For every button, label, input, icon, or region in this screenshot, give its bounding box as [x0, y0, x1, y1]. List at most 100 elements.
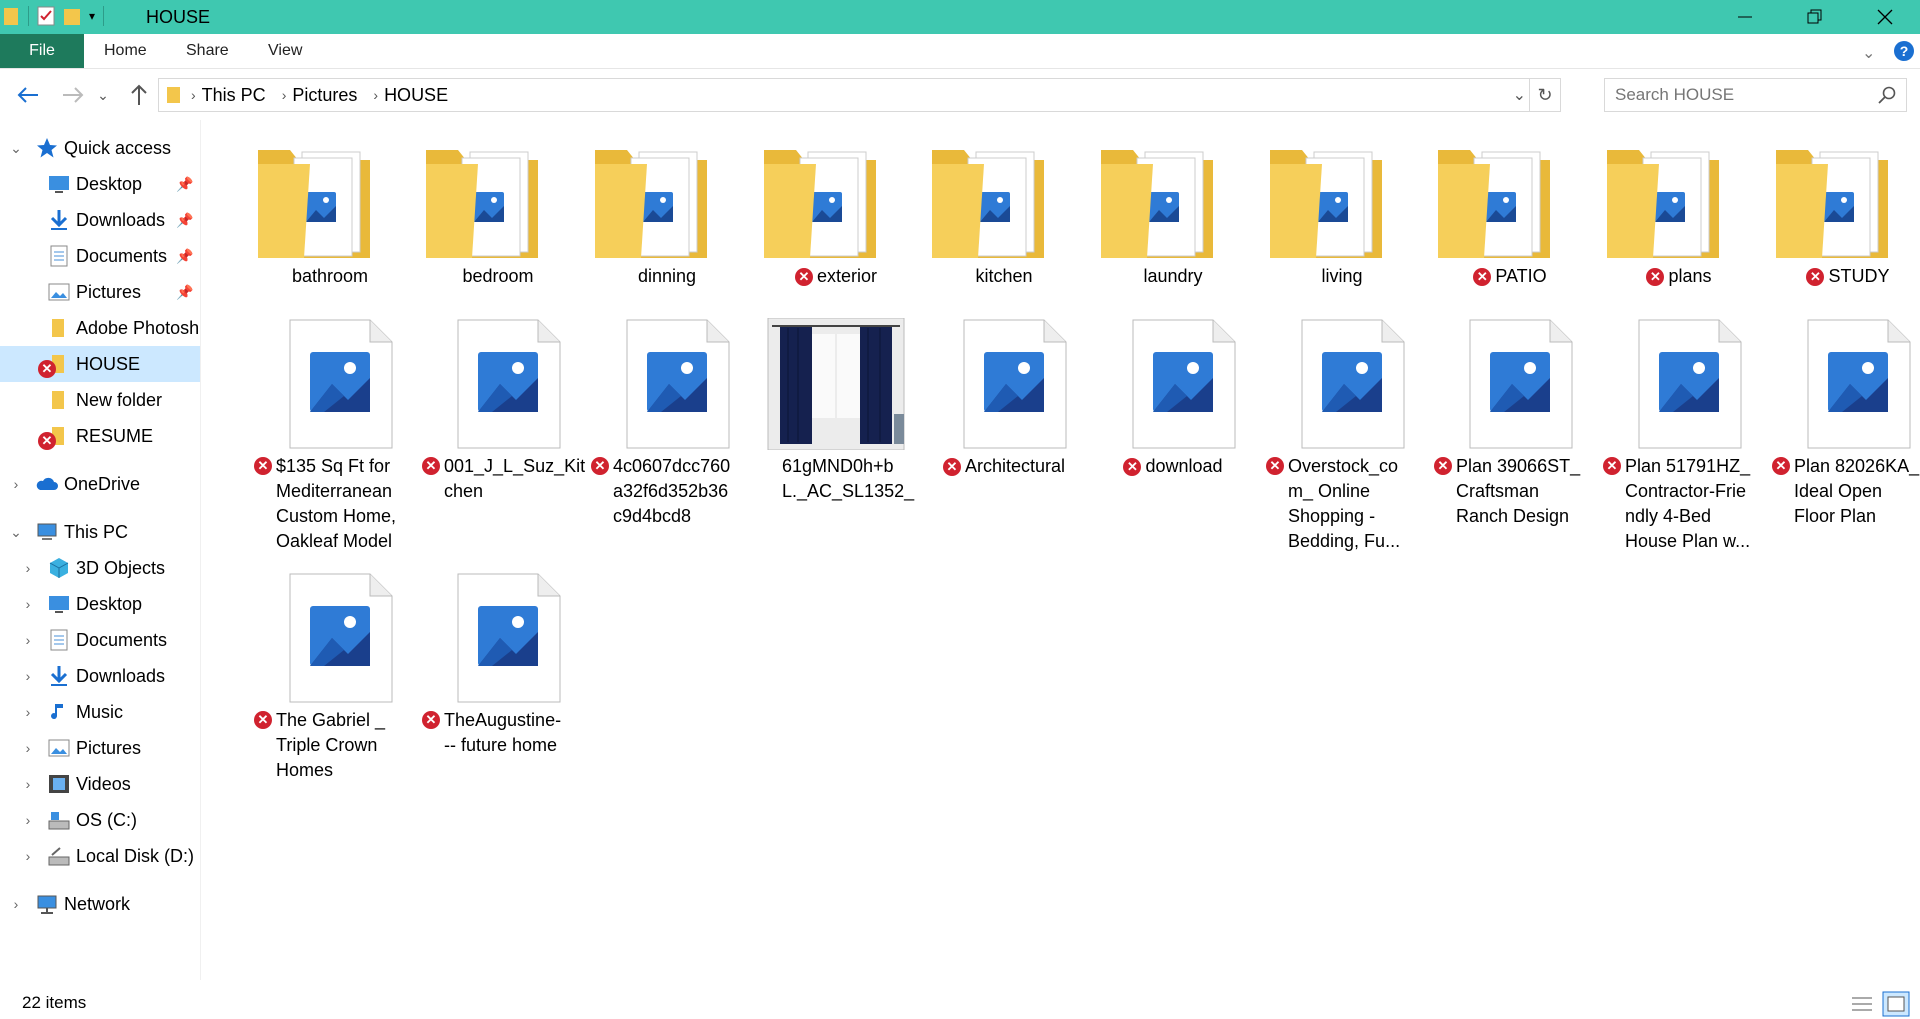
file-item-download[interactable]: ✕ download	[1093, 318, 1253, 558]
breadcrumb-pictures[interactable]: Pictures	[292, 85, 357, 106]
search-input[interactable]: Search HOUSE	[1615, 85, 1734, 105]
cloud-icon	[36, 477, 58, 490]
back-button[interactable]	[13, 80, 43, 110]
customize-toolbar-icon[interactable]: ▾	[89, 9, 95, 23]
sidebar-item-drive-c[interactable]: › OS (C:)	[0, 802, 200, 838]
file-item-architectural[interactable]: ✕ Architectural	[924, 318, 1084, 558]
folder-item-laundry[interactable]: laundry	[1093, 128, 1253, 308]
address-bar[interactable]: › This PC › Pictures › HOUSE ⌄ ↻	[158, 78, 1561, 112]
downloads-icon	[50, 666, 68, 686]
properties-icon[interactable]	[37, 6, 55, 26]
sidebar-item-music[interactable]: › Music	[0, 694, 200, 730]
image-file-icon	[1301, 319, 1405, 449]
folder-item-exterior[interactable]: ✕ exterior	[756, 128, 916, 308]
sidebar-item-resume[interactable]: ✕ RESUME	[0, 418, 200, 454]
refresh-icon[interactable]: ↻	[1529, 79, 1560, 111]
item-name-text: Plan 39066ST_	[1456, 456, 1581, 476]
sidebar-item-adobe-photoshop[interactable]: Adobe Photoshop	[0, 310, 200, 346]
sidebar-item-desktop[interactable]: Desktop 📌	[0, 166, 200, 202]
item-name-text: Plan 51791HZ_	[1625, 456, 1751, 476]
chevron-right-icon[interactable]: ›	[20, 776, 36, 792]
sidebar-item-3d-objects[interactable]: › 3D Objects	[0, 550, 200, 586]
sidebar-item-documents[interactable]: Documents 📌	[0, 238, 200, 274]
chevron-right-icon[interactable]: ›	[8, 896, 24, 912]
sidebar-item-quick-access[interactable]: ⌄ Quick access	[0, 130, 200, 166]
file-item-001-j-l-suz-kitchen[interactable]: ✕ 001_J_L_Suz_Kit chen	[418, 318, 585, 558]
expand-ribbon-icon[interactable]: ⌄	[1862, 43, 1875, 63]
folder-item-plans[interactable]: ✕ plans	[1599, 128, 1759, 308]
sidebar-item-downloads-pc[interactable]: › Downloads	[0, 658, 200, 694]
folder-item-kitchen[interactable]: kitchen	[924, 128, 1084, 308]
sidebar-item-desktop-pc[interactable]: › Desktop	[0, 586, 200, 622]
new-folder-icon[interactable]	[63, 6, 81, 26]
sidebar-item-label: RESUME	[76, 425, 154, 446]
close-button[interactable]	[1850, 0, 1920, 34]
search-box[interactable]: Search HOUSE	[1604, 78, 1907, 112]
recent-locations-icon[interactable]: ⌄	[94, 80, 112, 110]
folder-item-patio[interactable]: ✕ PATIO	[1430, 128, 1590, 308]
sidebar-item-documents-pc[interactable]: › Documents	[0, 622, 200, 658]
sidebar-item-new-folder[interactable]: New folder	[0, 382, 200, 418]
restore-button[interactable]	[1780, 0, 1850, 34]
chevron-right-icon[interactable]: ›	[20, 632, 36, 648]
file-item-the-gabriel-triple-crown-homes[interactable]: ✕ The Gabriel _ Triple Crown Homes	[250, 572, 410, 812]
breadcrumb-house[interactable]: HOUSE	[384, 85, 448, 106]
item-thumbnail	[1093, 128, 1253, 260]
chevron-right-icon[interactable]: ›	[20, 812, 36, 828]
help-icon[interactable]: ?	[1894, 41, 1914, 61]
sidebar-item-drive-d[interactable]: › Local Disk (D:)	[0, 838, 200, 874]
file-item-4c0607dcc760a32f6d352b36c9d4bcd8[interactable]: ✕ 4c0607dcc760 a32f6d352b36 c9d4bcd8	[587, 318, 747, 558]
chevron-right-icon[interactable]: ›	[20, 596, 36, 612]
item-name-text: Plan 82026KA_	[1794, 456, 1920, 476]
folder-item-bedroom[interactable]: bedroom	[418, 128, 578, 308]
computer-icon	[37, 523, 57, 540]
file-item-135-sq-ft-for-mediterranean-custom-home-oakleaf-model[interactable]: ✕ $135 Sq Ft for Mediterranean Custom Home,…	[250, 318, 410, 558]
chevron-right-icon[interactable]: ›	[20, 740, 36, 756]
file-item-plan-51791hz-contractor-friendly-4-bed-house-plan-w[interactable]: ✕ Plan 51791HZ_ Contractor-Frie ndly 4-Bed H…	[1599, 318, 1759, 558]
item-thumbnail	[587, 318, 747, 450]
chevron-right-icon[interactable]: ›	[20, 704, 36, 720]
minimize-icon	[1738, 16, 1752, 18]
folder-item-dinning[interactable]: dinning	[587, 128, 747, 308]
sidebar-item-pictures-pc[interactable]: › Pictures	[0, 730, 200, 766]
folder-item-study[interactable]: ✕ STUDY	[1768, 128, 1920, 308]
sidebar-item-onedrive[interactable]: › OneDrive	[0, 466, 200, 502]
file-item-theaugustine-future-home[interactable]: ✕ TheAugustine- -- future home	[418, 572, 578, 812]
sidebar-item-house[interactable]: ✕ HOUSE	[0, 346, 200, 382]
file-item-61gmnd0h-bl-ac-sl1352[interactable]: 61gMND0h+b L._AC_SL1352_	[756, 317, 916, 558]
breadcrumb-this-pc[interactable]: This PC	[202, 85, 266, 106]
details-view-icon[interactable]	[1850, 993, 1874, 1015]
tab-home[interactable]: Home	[104, 34, 147, 68]
chevron-down-icon[interactable]: ⌄	[8, 524, 24, 540]
chevron-right-icon[interactable]: ›	[8, 476, 24, 492]
file-item-plan-82026ka-ideal-open-floor-plan[interactable]: ✕ Plan 82026KA_ Ideal Open Floor Plan	[1768, 318, 1920, 558]
chevron-right-icon[interactable]: ›	[20, 560, 36, 576]
address-dropdown-icon[interactable]: ⌄	[1513, 85, 1526, 105]
sidebar-item-pictures[interactable]: Pictures 📌	[0, 274, 200, 310]
large-icons-view-icon[interactable]	[1882, 991, 1910, 1017]
forward-button[interactable]	[58, 80, 88, 110]
tab-share[interactable]: Share	[186, 34, 229, 68]
item-name-text: 61gMND0h+b	[782, 456, 894, 476]
chevron-right-icon[interactable]: ›	[20, 668, 36, 684]
item-name-text: plans	[1668, 266, 1712, 286]
sidebar-item-network[interactable]: › Network	[0, 886, 200, 922]
sidebar-item-videos[interactable]: › Videos	[0, 766, 200, 802]
chevron-down-icon[interactable]: ⌄	[8, 140, 24, 156]
item-name-text: m_ Online	[1288, 481, 1371, 501]
folder-item-bathroom[interactable]: bathroom	[250, 128, 410, 308]
folder-item-living[interactable]: living	[1262, 128, 1422, 308]
star-icon	[37, 138, 57, 158]
sidebar-item-downloads[interactable]: Downloads 📌	[0, 202, 200, 238]
up-button[interactable]	[124, 80, 154, 110]
tab-file[interactable]: File	[0, 34, 84, 68]
file-item-plan-39066st-craftsman-ranch-design[interactable]: ✕ Plan 39066ST_ Craftsman Ranch Design	[1430, 318, 1590, 558]
file-item-overstock-com-online-shopping-bedding-fu[interactable]: ✕ Overstock_co m_ Online Shopping - Bedding,…	[1262, 318, 1422, 558]
ribbon: File Home Share View ⌄ ?	[0, 34, 1920, 69]
minimize-button[interactable]	[1710, 0, 1780, 34]
folder-icon	[426, 150, 538, 258]
sidebar-item-this-pc[interactable]: ⌄ This PC	[0, 514, 200, 550]
sidebar-item-label: New folder	[76, 389, 163, 410]
tab-view[interactable]: View	[268, 34, 302, 68]
chevron-right-icon[interactable]: ›	[20, 848, 36, 864]
